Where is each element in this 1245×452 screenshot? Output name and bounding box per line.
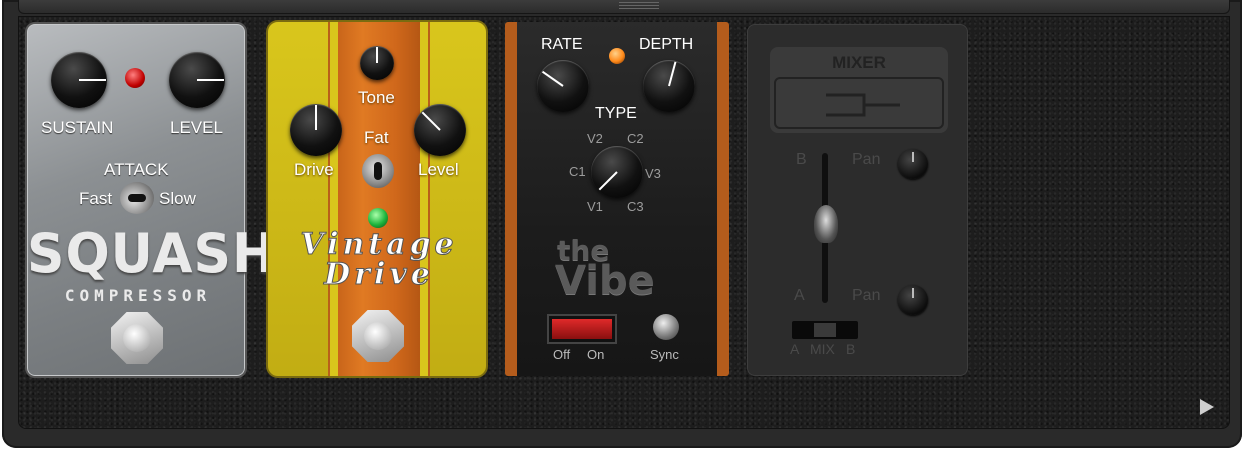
- fast-label: Fast: [79, 189, 113, 208]
- mixer-routing-icon: [774, 77, 944, 129]
- rate-knob[interactable]: [537, 60, 589, 112]
- type-option-c3: C3: [627, 199, 644, 214]
- mixer-module: MIXER B A Pan Pan A MIX B: [747, 24, 968, 376]
- crossfader-knob[interactable]: [814, 205, 838, 243]
- compressor-label: COMPRESSOR: [64, 286, 212, 305]
- vdrive-level-knob[interactable]: [414, 104, 466, 156]
- tone-knob[interactable]: [360, 46, 394, 80]
- status-led: [368, 208, 388, 228]
- attack-toggle-switch[interactable]: [120, 182, 154, 214]
- vintage-drive-logo-line1: Vintage: [300, 227, 458, 262]
- squash-compressor-pedal[interactable]: SUSTAIN LEVEL ATTACK Fast Slow SQUASH CO…: [25, 22, 277, 378]
- rate-knob-indicator: [541, 70, 564, 87]
- fat-label: Fat: [364, 128, 389, 147]
- type-option-v1: V1: [587, 199, 603, 214]
- mix-slider[interactable]: [792, 321, 858, 339]
- sustain-knob[interactable]: [51, 52, 107, 108]
- pan-bottom-knob[interactable]: [898, 285, 928, 315]
- attack-label: ATTACK: [104, 160, 169, 179]
- the-vibe-logo-vibe: Vibe: [555, 258, 655, 304]
- on-label: On: [587, 347, 605, 362]
- type-knob[interactable]: [591, 146, 643, 198]
- mixer-title-box: MIXER: [770, 47, 948, 133]
- sustain-knob-indicator: [79, 79, 106, 81]
- fader-a-label: A: [794, 287, 805, 304]
- squash-footswitch[interactable]: [111, 312, 163, 364]
- depth-knob-indicator: [668, 61, 677, 87]
- pedalboard: SUSTAIN LEVEL ATTACK Fast Slow SQUASH CO…: [0, 0, 1245, 452]
- depth-label: DEPTH: [639, 36, 694, 53]
- sustain-label: SUSTAIN: [41, 118, 114, 137]
- depth-knob[interactable]: [643, 60, 695, 112]
- status-led: [609, 48, 625, 64]
- sync-button[interactable]: [653, 314, 679, 340]
- level-knob-indicator: [197, 79, 224, 81]
- level-knob[interactable]: [169, 52, 225, 108]
- pan-top-knob[interactable]: [898, 149, 928, 179]
- pan-bottom-label: Pan: [852, 287, 881, 304]
- drive-knob-indicator: [315, 105, 317, 130]
- pan-top-label: Pan: [852, 151, 881, 168]
- tone-knob-indicator: [376, 46, 378, 63]
- sync-label: Sync: [650, 347, 679, 362]
- type-option-c1: C1: [569, 164, 586, 179]
- mix-label: MIX: [810, 341, 835, 357]
- vdrive-level-label: Level: [418, 160, 459, 179]
- tone-label: Tone: [358, 88, 395, 107]
- type-knob-indicator: [598, 171, 618, 191]
- mix-slider-thumb[interactable]: [814, 323, 836, 337]
- drive-label: Drive: [294, 160, 334, 179]
- fat-toggle-switch[interactable]: [362, 154, 394, 188]
- the-vibe-pedal[interactable]: RATE DEPTH TYPE V2 C2 C1 V3 V1 C3 the Vi…: [505, 22, 729, 376]
- vdrive-level-knob-indicator: [421, 111, 441, 131]
- routing-icon: [826, 93, 900, 117]
- mix-b-label: B: [846, 341, 856, 357]
- off-label: Off: [553, 347, 571, 362]
- status-led: [125, 68, 145, 88]
- resize-grip-icon[interactable]: [619, 2, 659, 9]
- type-option-v3: V3: [645, 166, 661, 181]
- type-option-v2: V2: [587, 131, 603, 146]
- rate-label: RATE: [541, 36, 583, 53]
- squash-logo: SQUASH: [27, 222, 277, 286]
- level-label: LEVEL: [170, 118, 223, 137]
- vintage-drive-logo: Vintage Drive: [268, 227, 486, 292]
- play-icon[interactable]: [1200, 399, 1214, 415]
- type-label: TYPE: [595, 105, 637, 122]
- vintage-drive-pedal[interactable]: Tone Fat Drive Level Vintage Drive: [266, 20, 488, 378]
- vintage-drive-logo-line2: Drive: [324, 257, 434, 292]
- mix-a-label: A: [790, 341, 800, 357]
- type-option-c2: C2: [627, 131, 644, 146]
- slow-label: Slow: [159, 189, 196, 208]
- resize-bar[interactable]: [18, 0, 1230, 14]
- drive-knob[interactable]: [290, 104, 342, 156]
- fader-b-label: B: [796, 151, 807, 168]
- on-off-switch[interactable]: [547, 314, 617, 344]
- mixer-title: MIXER: [832, 53, 886, 72]
